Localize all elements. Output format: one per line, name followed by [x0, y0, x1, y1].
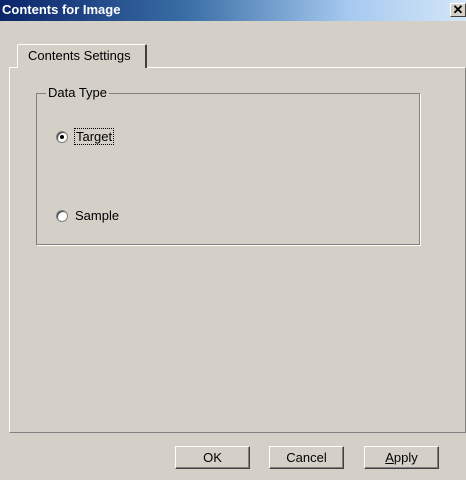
apply-button[interactable]: Apply — [364, 446, 439, 469]
close-icon: ✕ — [452, 2, 464, 17]
title-bar[interactable]: Contents for Image ✕ — [0, 0, 466, 21]
apply-button-label: Apply — [385, 450, 418, 465]
radio-target[interactable]: Target — [56, 128, 115, 145]
ok-button[interactable]: OK — [175, 446, 250, 469]
radio-target-label: Target — [73, 128, 115, 145]
ok-button-label: OK — [203, 450, 222, 465]
tab-contents-settings[interactable]: Contents Settings — [17, 44, 147, 68]
radio-sample-label: Sample — [75, 208, 120, 223]
radio-button-unchecked[interactable] — [56, 209, 68, 222]
window-title: Contents for Image — [2, 2, 121, 17]
tab-label: Contents Settings — [28, 48, 131, 63]
cancel-button-label: Cancel — [286, 450, 327, 465]
groupbox-label: Data Type — [46, 85, 110, 100]
radio-button-checked[interactable] — [56, 130, 68, 143]
close-button[interactable]: ✕ — [450, 3, 466, 17]
radio-sample[interactable]: Sample — [56, 208, 119, 223]
cancel-button[interactable]: Cancel — [269, 446, 344, 469]
